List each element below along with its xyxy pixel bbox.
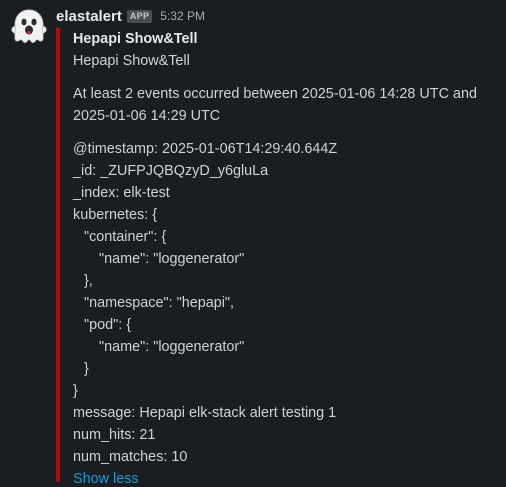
attachment-color-bar — [56, 27, 60, 482]
field-line: "pod": { — [84, 317, 132, 333]
field-line: _id: _ZUFPJQBQzyD_y6gluLa — [73, 163, 269, 179]
field-line: kubernetes: { — [73, 207, 158, 223]
alert-summary: At least 2 events occurred between 2025-… — [73, 86, 481, 124]
field-line: @timestamp: 2025-01-06T14:29:40.644Z — [73, 141, 338, 157]
field-line: } — [84, 361, 89, 377]
alert-attachment: Hepapi Show&Tell Hepapi Show&Tell At lea… — [73, 28, 503, 487]
show-less-link[interactable]: Show less — [73, 468, 139, 487]
app-badge: APP — [126, 9, 153, 23]
field-line: "namespace": "hepapi", — [84, 295, 235, 311]
slack-message: elastalert APP 5:32 PM Hepapi Show&Tell … — [0, 0, 506, 487]
alert-fields: @timestamp: 2025-01-06T14:29:40.644Z _id… — [73, 138, 503, 468]
field-line: num_hits: 21 — [73, 427, 156, 443]
field-line: }, — [84, 273, 93, 289]
attachment-pretext: Hepapi Show&Tell — [73, 53, 190, 69]
attachment-title: Hepapi Show&Tell — [73, 31, 198, 47]
ghost-avatar-graphic — [11, 9, 47, 44]
field-line: "name": "loggenerator" — [99, 339, 245, 355]
sender-name[interactable]: elastalert — [56, 8, 122, 25]
field-line: _index: elk-test — [73, 185, 170, 201]
field-line: num_matches: 10 — [73, 449, 188, 465]
message-header: elastalert APP 5:32 PM — [56, 6, 205, 26]
ghost-icon[interactable] — [10, 8, 48, 46]
message-timestamp[interactable]: 5:32 PM — [160, 9, 205, 23]
field-line: "container": { — [84, 229, 167, 245]
field-line: message: Hepapi elk-stack alert testing … — [73, 405, 337, 421]
field-line: "name": "loggenerator" — [99, 251, 245, 267]
field-line: } — [73, 383, 78, 399]
